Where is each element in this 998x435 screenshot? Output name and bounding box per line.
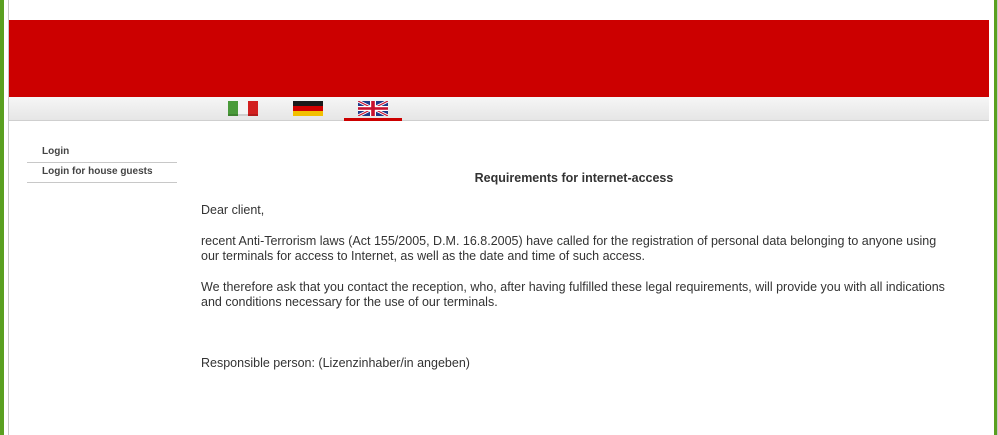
germany-flag-graphic <box>293 101 323 116</box>
greeting-text: Dear client, <box>201 203 265 217</box>
responsible-person-text: Responsible person: (Lizenzinhaber/in an… <box>201 356 470 370</box>
header-banner <box>9 20 989 97</box>
sidebar-item-login[interactable]: Login <box>27 143 177 163</box>
main-content: Requirements for internet-access Dear cl… <box>201 170 947 387</box>
page-title: Requirements for internet-access <box>474 171 674 185</box>
germany-flag-icon[interactable] <box>293 101 323 116</box>
language-bar <box>9 97 989 121</box>
sidebar-item-login-house-guests[interactable]: Login for house guests <box>27 163 177 183</box>
sidebar: Login Login for house guests <box>27 143 177 183</box>
italy-flag-icon[interactable] <box>228 101 258 116</box>
paragraph-reception: We therefore ask that you contact the re… <box>201 280 945 309</box>
italy-flag-graphic <box>228 101 258 116</box>
active-language-indicator <box>344 118 402 121</box>
uk-flag-icon[interactable] <box>358 101 388 116</box>
uk-flag-graphic <box>358 101 388 116</box>
paragraph-laws: recent Anti-Terrorism laws (Act 155/2005… <box>201 234 937 263</box>
